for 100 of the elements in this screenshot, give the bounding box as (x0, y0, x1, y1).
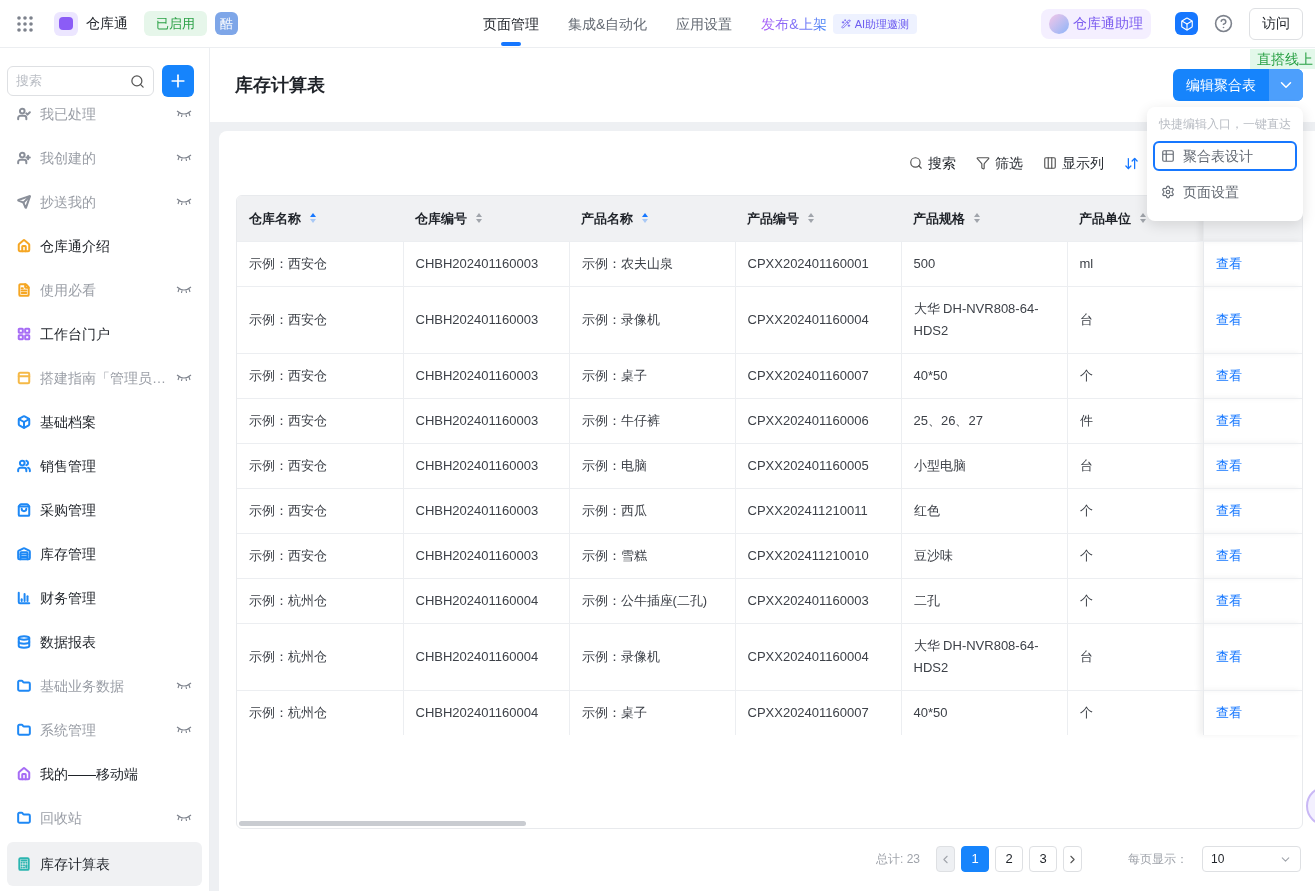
apps-grid-icon[interactable] (16, 14, 34, 33)
view-link[interactable]: 查看 (1215, 547, 1242, 563)
status-tag: 已启用 (144, 10, 207, 37)
table-cell: CHBH202401160004 (403, 690, 569, 735)
eye-closed-icon[interactable] (176, 814, 192, 822)
table-cell: 示例：西瓜 (569, 488, 735, 533)
table-cell: CHBH202401160003 (403, 488, 569, 533)
dropdown-item[interactable]: 页面设置 (1153, 177, 1297, 207)
sort-arrows-icon[interactable] (641, 212, 649, 225)
sort-arrows-icon[interactable] (807, 212, 815, 225)
table-cell: 示例：西安仓 (237, 398, 403, 443)
table-cell: 个 (1067, 488, 1203, 533)
table-cell: 个 (1067, 578, 1203, 623)
sidebar-item[interactable]: 采购管理 (7, 488, 202, 532)
view-link[interactable]: 查看 (1215, 367, 1242, 383)
edit-split-button[interactable]: 编辑聚合表 (1173, 69, 1303, 101)
table-cell: CHBH202401160003 (403, 398, 569, 443)
assistant-button[interactable]: 仓库通助理 (1041, 8, 1151, 39)
sidebar-item[interactable]: 财务管理 (7, 576, 202, 620)
dropdown-hint: 快捷编辑入口，一键直达 (1158, 116, 1292, 133)
nav-tab[interactable]: 应用设置 (676, 0, 733, 48)
page-button[interactable]: 1 (961, 846, 989, 872)
table-cell: 示例：录像机 (569, 286, 735, 353)
eye-closed-icon[interactable] (176, 286, 192, 294)
table-cell: CHBH202401160003 (403, 286, 569, 353)
per-page-select[interactable]: 10 (1202, 846, 1301, 872)
dropdown-item[interactable]: 聚合表设计 (1153, 141, 1297, 171)
table-cell: 示例：录像机 (569, 623, 735, 690)
sort-icon[interactable] (1124, 155, 1139, 171)
sidebar-item[interactable]: 工作台门户 (7, 312, 202, 356)
table-cell: 个 (1067, 533, 1203, 578)
caret-icon[interactable] (1269, 69, 1303, 101)
table-cell: CHBH202401160003 (403, 241, 569, 286)
view-link[interactable]: 查看 (1215, 502, 1242, 518)
table-cell: 40*50 (901, 690, 1067, 735)
table-cell: 25、26、27 (901, 398, 1067, 443)
view-link[interactable]: 查看 (1215, 255, 1242, 271)
table-cell: 台 (1067, 286, 1203, 353)
table-cell: 示例：电脑 (569, 443, 735, 488)
table-cell: 个 (1067, 690, 1203, 735)
view-link[interactable]: 查看 (1215, 704, 1242, 720)
ai-badge: AI助理邀测 (832, 13, 918, 35)
gear-icon (1161, 185, 1175, 199)
badge-tag: 酷 (215, 12, 238, 35)
table-cell: CPXX202401160007 (735, 353, 901, 398)
table-cell: CPXX202401160005 (735, 443, 901, 488)
nav-tab[interactable]: 页面管理 (483, 0, 539, 48)
sidebar-item[interactable]: 库存计算表 (7, 842, 202, 886)
column-header[interactable]: 产品规格 (901, 196, 1067, 241)
column-header[interactable]: 仓库名称 (237, 196, 403, 241)
eye-closed-icon[interactable] (176, 726, 192, 734)
sidebar-item[interactable]: 数据报表 (7, 620, 202, 664)
sort-arrows-icon[interactable] (475, 212, 483, 225)
columns-icon (1043, 156, 1057, 170)
table-cell: 示例：西安仓 (237, 286, 403, 353)
sort-arrows-icon[interactable] (309, 212, 317, 225)
table-cell: 500 (901, 241, 1067, 286)
view-link[interactable]: 查看 (1215, 412, 1242, 428)
sidebar-item[interactable]: 基础档案 (7, 400, 202, 444)
nav-tab[interactable]: 集成&自动化 (568, 0, 648, 48)
sidebar-item[interactable]: 库存管理 (7, 532, 202, 576)
table-cell: 大华 DH-NVR808-64-HDS2 (901, 623, 1067, 690)
page-button[interactable]: 3 (1029, 846, 1057, 872)
horizontal-scrollbar[interactable] (239, 821, 526, 826)
sidebar-item[interactable]: 销售管理 (7, 444, 202, 488)
column-header[interactable]: 产品编号 (735, 196, 901, 241)
page-button[interactable]: 2 (995, 846, 1023, 872)
sidebar-item[interactable]: 我的——移动端 (7, 752, 202, 796)
eye-closed-icon[interactable] (176, 374, 192, 382)
nav-tab[interactable]: 发布&上架 (761, 0, 827, 48)
search-icon[interactable] (130, 73, 145, 89)
eye-closed-icon[interactable] (176, 110, 192, 118)
eye-closed-icon[interactable] (176, 682, 192, 690)
help-icon[interactable] (1214, 14, 1233, 33)
column-header[interactable]: 仓库编号 (403, 196, 569, 241)
toolbar-button[interactable]: 显示列 (1043, 152, 1104, 174)
table-cell: 红色 (901, 488, 1067, 533)
sort-arrows-icon[interactable] (973, 212, 981, 225)
cube-app-icon[interactable] (1175, 12, 1198, 35)
view-link[interactable]: 查看 (1215, 311, 1242, 327)
view-link[interactable]: 查看 (1215, 457, 1242, 473)
sidebar-item[interactable]: 仓库通介绍 (7, 224, 202, 268)
view-link[interactable]: 查看 (1215, 592, 1242, 608)
next-page-button[interactable] (1063, 846, 1082, 872)
add-button[interactable] (162, 65, 194, 97)
table-cell: 示例：公牛插座(二孔) (569, 578, 735, 623)
view-link[interactable]: 查看 (1215, 648, 1242, 664)
table-cell: 40*50 (901, 353, 1067, 398)
table-cell: CPXX202401160007 (735, 690, 901, 735)
toolbar-button[interactable]: 搜索 (909, 152, 956, 174)
table-cell: 二孔 (901, 578, 1067, 623)
column-header[interactable]: 产品名称 (569, 196, 735, 241)
table-cell: CPXX202411210011 (735, 488, 901, 533)
prev-page-button[interactable] (936, 846, 955, 872)
eye-closed-icon[interactable] (176, 154, 192, 162)
eye-closed-icon[interactable] (176, 198, 192, 206)
visit-button[interactable]: 访问 (1249, 7, 1303, 40)
table-cell: 示例：西安仓 (237, 353, 403, 398)
sort-arrows-icon[interactable] (1139, 212, 1147, 225)
toolbar-button[interactable]: 筛选 (976, 152, 1023, 174)
